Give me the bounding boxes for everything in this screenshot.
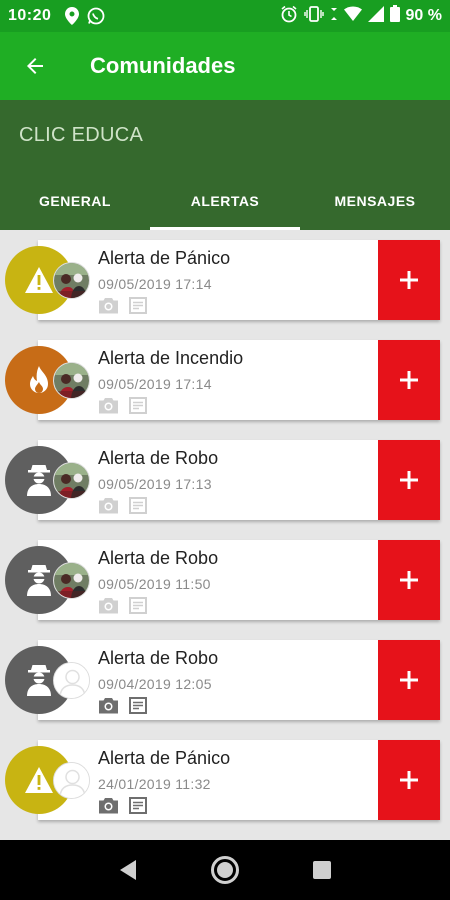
circle-home-icon [210, 856, 239, 884]
camera-icon[interactable] [98, 497, 119, 514]
plus-icon [400, 271, 418, 289]
page-title: Comunidades [90, 53, 236, 78]
thief-icon [24, 563, 54, 597]
battery-icon [389, 5, 400, 27]
alert-date: 09/05/2019 17:13 [98, 476, 212, 492]
add-alert-button[interactable] [378, 440, 440, 520]
alert-title: Alerta de Incendio [98, 348, 244, 368]
user-avatar [53, 462, 90, 499]
alert-title: Alerta de Robo [98, 648, 219, 668]
tab-mensajes[interactable]: MENSAJES [300, 172, 450, 230]
user-avatar [53, 362, 90, 399]
add-alert-button[interactable] [378, 340, 440, 420]
location-icon [65, 7, 80, 25]
signal-icon [367, 5, 384, 27]
plus-icon [400, 371, 418, 389]
alert-row[interactable]: Alerta de Robo 09/04/2019 12:05 [0, 640, 450, 724]
whatsapp-icon [87, 7, 105, 25]
add-alert-button[interactable] [378, 740, 440, 820]
warning-icon [23, 765, 55, 795]
alert-date: 09/05/2019 17:14 [98, 276, 212, 292]
community-header: CLIC EDUCA GENERAL ALERTAS MENSAJES [0, 100, 450, 230]
note-icon[interactable] [129, 597, 147, 614]
alarm-icon [280, 5, 298, 28]
alert-date: 09/04/2019 12:05 [98, 676, 212, 692]
square-recents-icon [312, 861, 331, 879]
attachment-icons [98, 797, 147, 814]
status-time: 10:20 [8, 7, 52, 24]
plus-icon [400, 671, 418, 689]
note-icon[interactable] [129, 797, 147, 814]
battery-percent: 90 % [405, 7, 442, 24]
warning-icon [23, 265, 55, 295]
fire-icon [24, 364, 54, 396]
camera-icon[interactable] [98, 297, 119, 314]
system-nav-bar [0, 840, 450, 900]
add-alert-button[interactable] [378, 540, 440, 620]
nav-recents-button[interactable] [297, 845, 347, 895]
thief-icon [24, 663, 54, 697]
back-arrow-icon [27, 58, 43, 74]
alert-title: Alerta de Robo [98, 548, 219, 568]
data-transfer-icon [330, 6, 338, 27]
tab-bar: GENERAL ALERTAS MENSAJES [0, 172, 450, 230]
plus-icon [400, 471, 418, 489]
add-alert-button[interactable] [378, 240, 440, 320]
user-avatar [53, 262, 90, 299]
tab-alertas[interactable]: ALERTAS [150, 172, 300, 230]
alert-row[interactable]: Alerta de Pánico 09/05/2019 17:14 [0, 240, 450, 324]
attachment-icons [98, 297, 147, 314]
back-button[interactable] [0, 32, 70, 100]
alert-row[interactable]: Alerta de Incendio 09/05/2019 17:14 [0, 340, 450, 424]
note-icon[interactable] [129, 697, 147, 714]
add-alert-button[interactable] [378, 640, 440, 720]
alert-date: 09/05/2019 11:50 [98, 576, 211, 592]
note-icon[interactable] [129, 297, 147, 314]
tab-general[interactable]: GENERAL [0, 172, 150, 230]
attachment-icons [98, 497, 147, 514]
nav-home-button[interactable] [200, 845, 250, 895]
user-avatar [53, 662, 90, 699]
wifi-icon [343, 6, 362, 27]
user-avatar [53, 762, 90, 799]
thief-icon [24, 463, 54, 497]
alert-title: Alerta de Robo [98, 448, 219, 468]
alert-row[interactable]: Alerta de Robo 09/05/2019 17:13 [0, 440, 450, 524]
alert-date: 24/01/2019 11:32 [98, 776, 211, 792]
alert-title: Alerta de Pánico [98, 248, 231, 268]
status-bar: 10:20 90 % [0, 0, 450, 32]
attachment-icons [98, 697, 147, 714]
attachment-icons [98, 397, 147, 414]
attachment-icons [98, 597, 147, 614]
alert-date: 09/05/2019 17:14 [98, 376, 212, 392]
camera-icon[interactable] [98, 797, 119, 814]
alert-row[interactable]: Alerta de Robo 09/05/2019 11:50 [0, 540, 450, 624]
alert-title: Alerta de Pánico [98, 748, 231, 768]
camera-icon[interactable] [98, 697, 119, 714]
community-name: CLIC EDUCA [19, 124, 144, 146]
nav-back-button[interactable] [103, 845, 153, 895]
plus-icon [400, 771, 418, 789]
note-icon[interactable] [129, 497, 147, 514]
alert-list: Alerta de Pánico 09/05/2019 17:14 Alerta d… [0, 230, 450, 840]
app-bar: Comunidades [0, 32, 450, 100]
user-avatar [53, 562, 90, 599]
camera-icon[interactable] [98, 397, 119, 414]
vibrate-icon [303, 5, 324, 27]
alert-row[interactable]: Alerta de Pánico 24/01/2019 11:32 [0, 740, 450, 824]
triangle-back-icon [120, 860, 137, 880]
note-icon[interactable] [129, 397, 147, 414]
plus-icon [400, 571, 418, 589]
camera-icon[interactable] [98, 597, 119, 614]
